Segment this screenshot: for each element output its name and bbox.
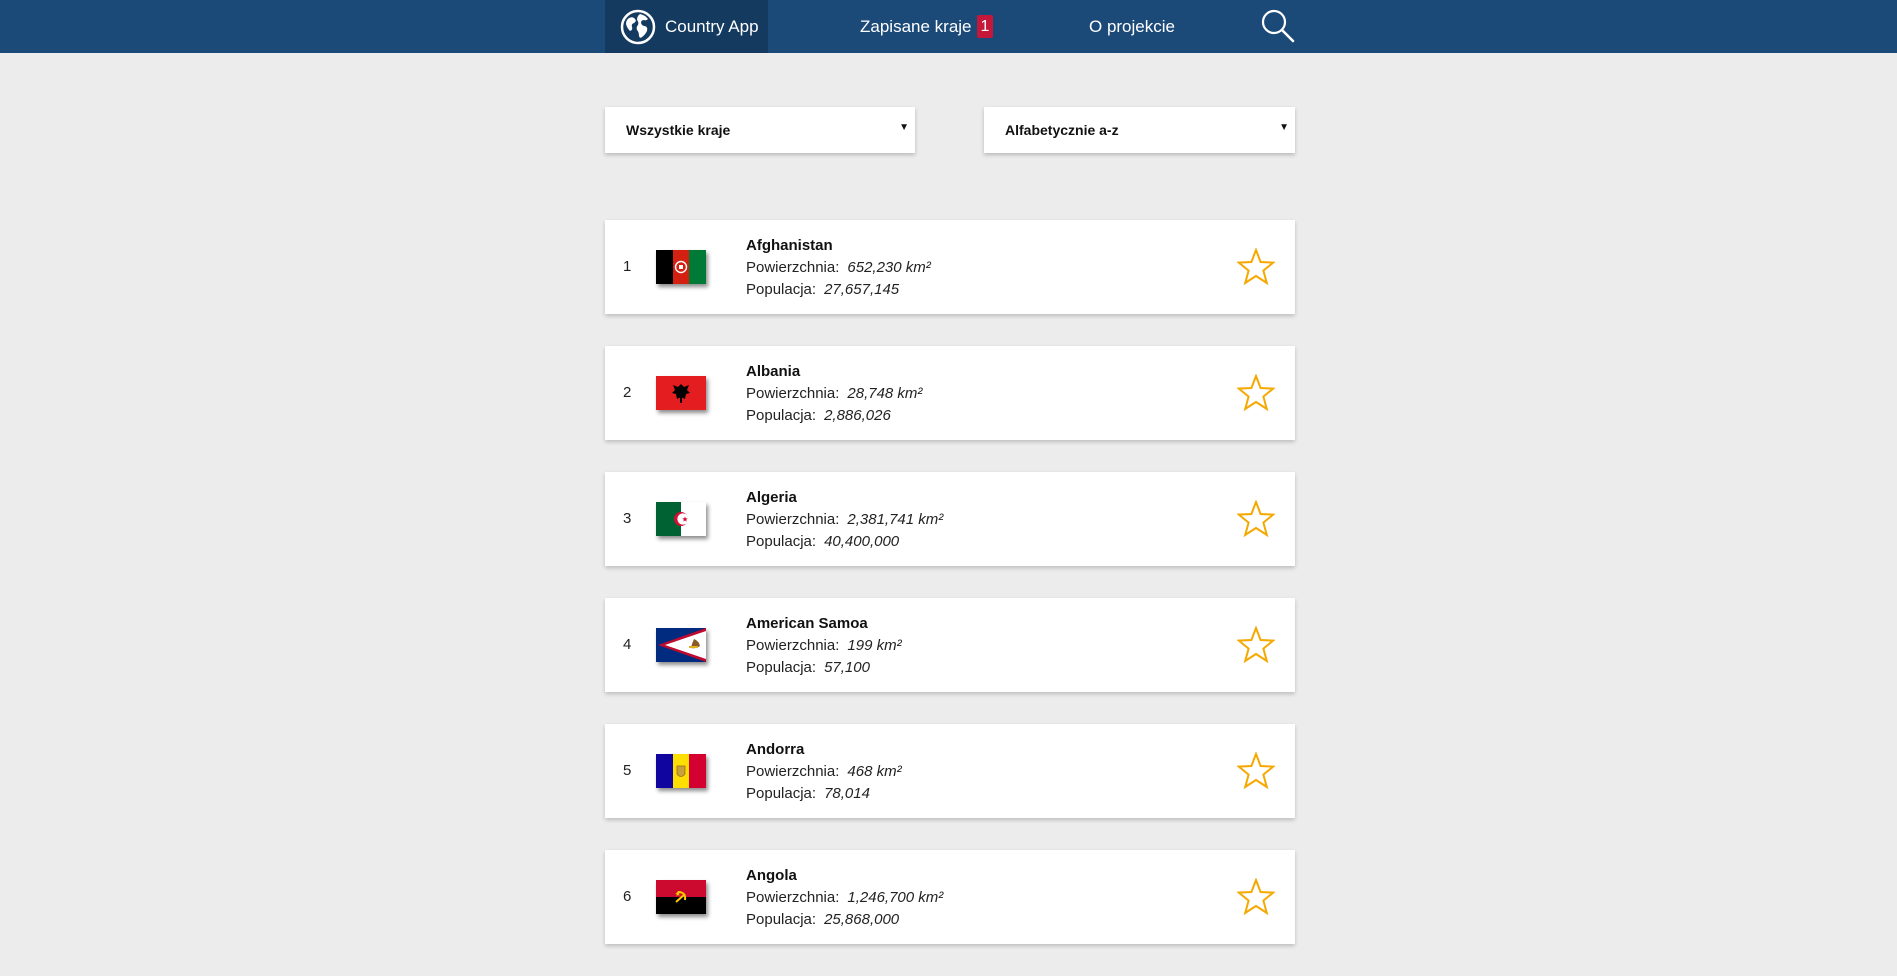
globe-icon: [620, 9, 656, 44]
flag-afghanistan-icon: [656, 250, 706, 284]
country-name: Afghanistan: [746, 237, 833, 254]
area-label: Powierzchnia:: [746, 385, 840, 402]
population-label: Populacja:: [746, 785, 817, 802]
area-label: Powierzchnia:: [746, 259, 840, 276]
top-navbar: Country App Zapisane kraje 1 O projekcie: [0, 0, 1897, 53]
flag-algeria-icon: [656, 502, 706, 536]
country-name: Angola: [746, 867, 797, 884]
nav-about-label: O projekcie: [1089, 16, 1175, 36]
save-star-button[interactable]: [1236, 499, 1276, 538]
flag-american-samoa-icon: [656, 628, 706, 662]
country-card[interactable]: 6 Angola Powierzchnia: 1,246,700 km² Popu…: [605, 850, 1295, 944]
population-label: Populacja:: [746, 281, 817, 298]
population-label: Populacja:: [746, 911, 817, 928]
country-index: 6: [623, 888, 632, 905]
country-area-row: Powierzchnia: 468 km²: [746, 761, 902, 783]
area-label: Powierzchnia:: [746, 889, 840, 906]
area-value: 2,381,741 km²: [847, 511, 944, 528]
star-icon: [1236, 877, 1276, 916]
nav-about-project[interactable]: O projekcie: [1089, 0, 1175, 53]
country-index: 5: [623, 762, 632, 779]
caret-down-icon: ▼: [1279, 122, 1289, 133]
country-population-row: Populacja: 27,657,145: [746, 279, 931, 301]
sort-select[interactable]: Alfabetycznie a-z ▼: [984, 107, 1295, 153]
country-name: Algeria: [746, 489, 797, 506]
country-name: Albania: [746, 363, 801, 380]
population-value: 27,657,145: [824, 281, 900, 298]
country-info: Angola Powierzchnia: 1,246,700 km² Popula…: [746, 865, 943, 931]
country-card[interactable]: 3 Algeria Powierzchnia: 2,381,741 km² Pop…: [605, 472, 1295, 566]
country-info: Afghanistan Powierzchnia: 652,230 km² Pop…: [746, 235, 931, 301]
country-list: 1 Afghanistan Powierzchnia: 652,230 km² P…: [605, 220, 1295, 976]
area-value: 468 km²: [847, 763, 902, 780]
save-star-button[interactable]: [1236, 751, 1276, 790]
region-select-value: Wszystkie kraje: [626, 122, 731, 138]
country-population-row: Populacja: 57,100: [746, 657, 902, 679]
country-population-row: Populacja: 78,014: [746, 783, 902, 805]
sort-select-value: Alfabetycznie a-z: [1005, 122, 1119, 138]
star-icon: [1236, 751, 1276, 790]
country-population-row: Populacja: 40,400,000: [746, 531, 943, 553]
country-area-row: Powierzchnia: 652,230 km²: [746, 257, 931, 279]
flag-angola-icon: [656, 880, 706, 914]
area-value: 652,230 km²: [847, 259, 931, 276]
country-index: 1: [623, 258, 632, 275]
population-value: 78,014: [824, 785, 870, 802]
area-value: 1,246,700 km²: [847, 889, 944, 906]
country-info: American Samoa Powierzchnia: 199 km² Popu…: [746, 613, 902, 679]
country-card[interactable]: 2 Albania Powierzchnia: 28,748 km² Popula…: [605, 346, 1295, 440]
country-index: 3: [623, 510, 632, 527]
save-star-button[interactable]: [1236, 877, 1276, 916]
star-icon: [1236, 499, 1276, 538]
save-star-button[interactable]: [1236, 247, 1276, 286]
country-population-row: Populacja: 2,886,026: [746, 405, 922, 427]
population-value: 2,886,026: [824, 407, 891, 424]
country-area-row: Powierzchnia: 1,246,700 km²: [746, 887, 943, 909]
region-select[interactable]: Wszystkie kraje ▼: [605, 107, 915, 153]
country-info: Andorra Powierzchnia: 468 km² Populacja: 7…: [746, 739, 902, 805]
country-area-row: Powierzchnia: 2,381,741 km²: [746, 509, 943, 531]
star-icon: [1236, 625, 1276, 664]
brand-link[interactable]: Country App: [605, 0, 768, 53]
area-label: Powierzchnia:: [746, 637, 840, 654]
brand-title: Country App: [665, 16, 759, 36]
area-label: Powierzchnia:: [746, 763, 840, 780]
flag-albania-icon: [656, 376, 706, 410]
search-button[interactable]: [1260, 8, 1296, 44]
nav-saved-label: Zapisane kraje: [860, 16, 972, 36]
save-star-button[interactable]: [1236, 373, 1276, 412]
country-index: 4: [623, 636, 632, 653]
search-icon: [1261, 9, 1295, 43]
country-info: Algeria Powierzchnia: 2,381,741 km² Popul…: [746, 487, 943, 553]
area-value: 199 km²: [847, 637, 902, 654]
country-card[interactable]: 4 American Samoa Powierzchnia: 199 km² Po…: [605, 598, 1295, 692]
population-label: Populacja:: [746, 533, 817, 550]
star-icon: [1236, 373, 1276, 412]
nav-saved-countries[interactable]: Zapisane kraje 1: [860, 0, 994, 53]
star-icon: [1236, 247, 1276, 286]
country-card[interactable]: 5 Andorra Powierzchnia: 468 km² Populacja…: [605, 724, 1295, 818]
country-index: 2: [623, 384, 632, 401]
saved-count-badge: 1: [976, 15, 994, 38]
caret-down-icon: ▼: [899, 122, 909, 133]
population-label: Populacja:: [746, 407, 817, 424]
country-name: American Samoa: [746, 615, 868, 632]
population-value: 25,868,000: [824, 911, 900, 928]
area-value: 28,748 km²: [847, 385, 923, 402]
population-label: Populacja:: [746, 659, 817, 676]
country-population-row: Populacja: 25,868,000: [746, 909, 943, 931]
population-value: 57,100: [824, 659, 870, 676]
country-area-row: Powierzchnia: 199 km²: [746, 635, 902, 657]
save-star-button[interactable]: [1236, 625, 1276, 664]
country-area-row: Powierzchnia: 28,748 km²: [746, 383, 922, 405]
country-info: Albania Powierzchnia: 28,748 km² Populacj…: [746, 361, 922, 427]
flag-andorra-icon: [656, 754, 706, 788]
country-name: Andorra: [746, 741, 805, 758]
area-label: Powierzchnia:: [746, 511, 840, 528]
population-value: 40,400,000: [824, 533, 900, 550]
country-card[interactable]: 1 Afghanistan Powierzchnia: 652,230 km² P…: [605, 220, 1295, 314]
